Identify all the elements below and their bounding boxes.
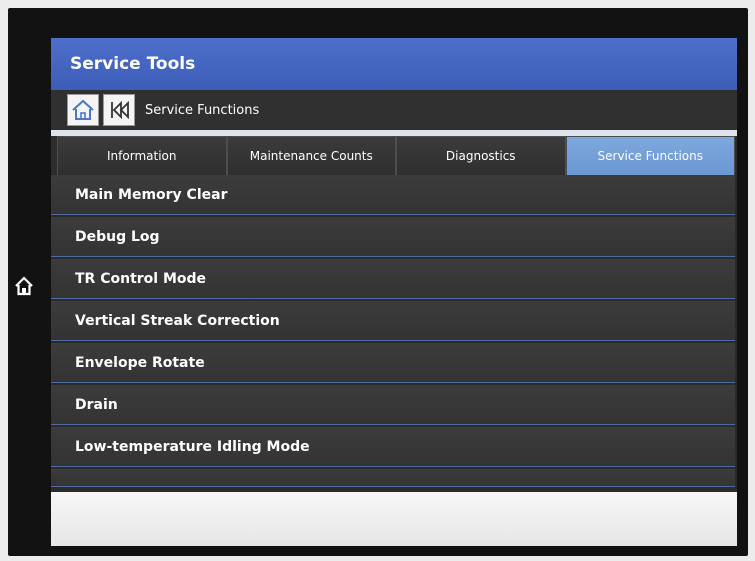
- nav-bar: Service Functions: [51, 90, 737, 130]
- home-icon: [72, 99, 94, 120]
- device-home-button[interactable]: [12, 274, 36, 298]
- list-item-partial[interactable]: [51, 469, 735, 487]
- tab-information[interactable]: Information: [57, 136, 227, 175]
- tab-service-functions[interactable]: Service Functions: [565, 136, 735, 175]
- nav-back-button[interactable]: [103, 94, 135, 126]
- app-title: Service Tools: [51, 38, 737, 90]
- list-item-envelope-rotate[interactable]: Envelope Rotate: [51, 343, 735, 383]
- nav-title: Service Functions: [145, 102, 260, 118]
- nav-home-button[interactable]: [67, 94, 99, 126]
- function-list: Main Memory Clear Debug Log TR Control M…: [51, 175, 737, 487]
- home-icon: [15, 276, 33, 296]
- list-item-low-temperature-idling-mode[interactable]: Low-temperature Idling Mode: [51, 427, 735, 467]
- back-icon: [111, 100, 129, 120]
- list-item-drain[interactable]: Drain: [51, 385, 735, 425]
- footer-bar: [51, 492, 737, 546]
- tab-maintenance-counts[interactable]: Maintenance Counts: [226, 136, 396, 175]
- list-item-debug-log[interactable]: Debug Log: [51, 217, 735, 257]
- list-item-vertical-streak-correction[interactable]: Vertical Streak Correction: [51, 301, 735, 341]
- list-item-main-memory-clear[interactable]: Main Memory Clear: [51, 175, 735, 215]
- tab-diagnostics[interactable]: Diagnostics: [396, 136, 566, 175]
- list-item-tr-control-mode[interactable]: TR Control Mode: [51, 259, 735, 299]
- tab-bar: Information Maintenance Counts Diagnosti…: [51, 136, 737, 175]
- touch-screen: Service Tools Service Functions Informat…: [51, 38, 737, 546]
